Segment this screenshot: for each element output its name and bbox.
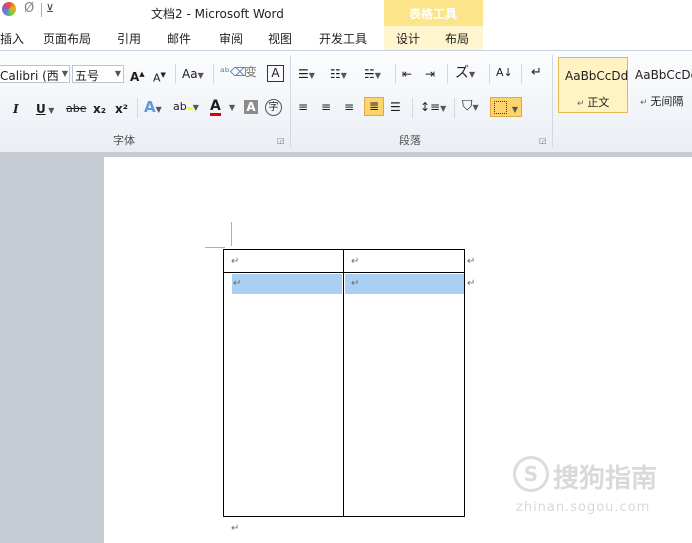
chevron-down-icon: ▼ bbox=[61, 69, 68, 78]
quick-access-dropdown-icon[interactable]: ⊻ bbox=[46, 2, 54, 15]
shading-icon[interactable]: ⛉▼ bbox=[462, 98, 479, 116]
italic-button[interactable]: I bbox=[13, 101, 19, 117]
font-name-combo[interactable]: Calibri (西文正 ▼ bbox=[0, 65, 70, 83]
change-case-icon[interactable]: Aa▼ bbox=[182, 66, 204, 84]
watermark-url: zhinan.sogou.com bbox=[516, 500, 651, 515]
row-end-mark: ↵ bbox=[467, 256, 476, 267]
font-name-value: Calibri (西文正 bbox=[0, 69, 58, 83]
table-column-divider bbox=[343, 249, 344, 517]
watermark-logo-icon: S bbox=[513, 456, 549, 492]
highlight-color-icon[interactable]: ab ▼ bbox=[173, 99, 199, 116]
paragraph-group-label: 段落 bbox=[399, 134, 421, 147]
context-tab-group-label: 表格工具 bbox=[409, 7, 458, 21]
bullets-icon[interactable]: ☰▼ bbox=[298, 66, 315, 84]
watermark-text: 搜狗指南 bbox=[553, 464, 658, 494]
align-center-icon[interactable]: ≡ bbox=[321, 99, 331, 115]
strikethrough-button[interactable]: abe bbox=[66, 101, 87, 117]
superscript-button[interactable]: x² bbox=[115, 101, 128, 117]
style-normal[interactable]: AaBbCcDd ↵ 正文 bbox=[558, 57, 628, 113]
margin-guide bbox=[205, 247, 225, 248]
grow-font-icon[interactable]: A▲ bbox=[130, 66, 145, 85]
sort-icon[interactable]: A↓ bbox=[496, 65, 513, 81]
text-effects-icon[interactable]: A▼ bbox=[144, 99, 162, 118]
table-cell[interactable]: ↵ bbox=[233, 278, 241, 289]
tab-view[interactable]: 视图 bbox=[268, 30, 292, 47]
undo-icon[interactable]: Ø bbox=[24, 1, 34, 16]
clear-formatting-icon[interactable]: ᵃᵇ⌫ bbox=[220, 64, 247, 80]
quick-access-word-icon[interactable] bbox=[2, 2, 16, 16]
multilevel-list-icon[interactable]: ☵▼ bbox=[364, 66, 381, 84]
font-group-label: 字体 bbox=[113, 134, 135, 147]
borders-icon[interactable]: ▼ bbox=[490, 97, 522, 117]
chevron-down-icon: ▼ bbox=[114, 69, 121, 78]
table-cell[interactable]: ↵ bbox=[231, 256, 239, 267]
show-marks-icon[interactable]: ↵ bbox=[531, 65, 542, 81]
style-name: ↵ 正文 bbox=[577, 96, 610, 109]
tab-developer[interactable]: 开发工具 bbox=[319, 30, 367, 47]
font-size-combo[interactable]: 五号 ▼ bbox=[72, 65, 124, 83]
separator bbox=[41, 3, 42, 17]
font-color-icon[interactable]: A bbox=[210, 99, 221, 116]
phonetic-guide-icon[interactable]: 变 bbox=[245, 64, 257, 80]
tab-review[interactable]: 审阅 bbox=[219, 30, 243, 47]
table-cell[interactable]: ↵ bbox=[351, 256, 359, 267]
font-size-value: 五号 bbox=[75, 69, 100, 83]
tab-mailings[interactable]: 邮件 bbox=[167, 30, 191, 47]
row-end-mark: ↵ bbox=[467, 278, 476, 289]
window-title: 文档2 - Microsoft Word bbox=[151, 7, 284, 21]
table-row-divider bbox=[223, 272, 465, 273]
decrease-indent-icon[interactable]: ⇤ bbox=[402, 66, 412, 82]
chinese-layout-icon[interactable]: ズ▼ bbox=[455, 65, 475, 83]
increase-indent-icon[interactable]: ⇥ bbox=[425, 66, 435, 82]
chevron-down-icon[interactable]: ▼ bbox=[229, 103, 235, 112]
margin-guide bbox=[231, 222, 232, 246]
document-table[interactable] bbox=[223, 249, 465, 517]
style-no-spacing[interactable]: AaBbCcDd ↵ 无间隔 bbox=[630, 57, 692, 113]
title-bar bbox=[0, 0, 692, 24]
subscript-button[interactable]: x₂ bbox=[93, 101, 106, 117]
paragraph-mark: ↵ bbox=[231, 523, 240, 534]
align-left-icon[interactable]: ≡ bbox=[298, 99, 308, 115]
character-shading-icon[interactable]: A bbox=[244, 100, 258, 114]
style-name: ↵ 无间隔 bbox=[640, 95, 684, 108]
chevron-down-icon: ▼ bbox=[511, 105, 518, 114]
tab-references[interactable]: 引用 bbox=[117, 30, 141, 47]
table-cell[interactable]: ↵ bbox=[351, 278, 359, 289]
numbering-icon[interactable]: ☷▼ bbox=[330, 66, 347, 84]
tab-insert[interactable]: 插入 bbox=[0, 30, 24, 47]
tab-design[interactable]: 设计 bbox=[396, 30, 420, 47]
paragraph-dialog-launcher-icon[interactable]: ◲ bbox=[539, 133, 547, 149]
shrink-font-icon[interactable]: A▼ bbox=[153, 67, 166, 87]
underline-button[interactable]: U ▼ bbox=[36, 101, 54, 119]
tab-page-layout[interactable]: 页面布局 bbox=[43, 30, 91, 47]
character-border-icon[interactable]: A bbox=[267, 65, 284, 82]
distributed-icon[interactable]: ☰ bbox=[390, 99, 401, 115]
style-preview: AaBbCcDd bbox=[635, 68, 692, 82]
justify-icon[interactable]: ≣ bbox=[364, 97, 384, 116]
font-dialog-launcher-icon[interactable]: ◲ bbox=[277, 133, 285, 149]
enclose-characters-icon[interactable]: 字 bbox=[265, 99, 282, 116]
borders-grid-icon bbox=[494, 101, 507, 114]
style-preview: AaBbCcDd bbox=[565, 69, 629, 83]
line-spacing-icon[interactable]: ↕≡▼ bbox=[420, 99, 446, 117]
tab-layout[interactable]: 布局 bbox=[445, 30, 469, 47]
align-right-icon[interactable]: ≡ bbox=[344, 99, 354, 115]
